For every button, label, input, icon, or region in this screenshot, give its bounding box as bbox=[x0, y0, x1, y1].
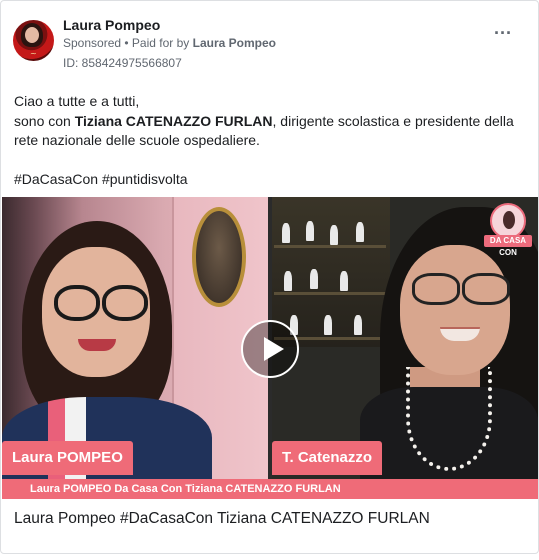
paid-for-prefix: Paid for by bbox=[131, 36, 193, 50]
pearl-necklace bbox=[406, 367, 492, 471]
sponsored-label: Sponsored bbox=[63, 36, 122, 50]
paid-for-name: Laura Pompeo bbox=[192, 36, 276, 50]
author-avatar[interactable]: ~ bbox=[13, 20, 54, 61]
da-casa-con-badge: DA CASA CON bbox=[484, 203, 532, 257]
body-line-1: Ciao a tutte e a tutti, bbox=[14, 93, 140, 109]
body-line-2-suffix: , dirigente scolastica e presidente dell… bbox=[272, 112, 514, 129]
video-caption-bar: Laura POMPEO Da Casa Con Tiziana CATENAZ… bbox=[2, 479, 538, 499]
sponsored-post-card: ~ Laura Pompeo Sponsored • Paid for by L… bbox=[0, 0, 539, 554]
cabinet-decoration bbox=[270, 197, 390, 347]
body-line-2-prefix: sono con bbox=[14, 112, 75, 129]
guest-face bbox=[400, 245, 510, 375]
post-body: Ciao a tutte e a tutti, sono con Tiziana… bbox=[14, 92, 514, 151]
body-line-2: sono con Tiziana CATENAZZO FURLAN, dirig… bbox=[14, 112, 514, 132]
sponsored-line: Sponsored • Paid for by Laura Pompeo bbox=[63, 36, 276, 50]
badge-portrait-icon bbox=[490, 203, 526, 239]
post-header: ~ Laura Pompeo Sponsored • Paid for by L… bbox=[13, 15, 526, 71]
mirror-decoration bbox=[192, 207, 246, 307]
link-title[interactable]: Laura Pompeo #DaCasaCon Tiziana CATENAZZ… bbox=[14, 510, 430, 528]
author-name[interactable]: Laura Pompeo bbox=[63, 17, 160, 33]
video-player[interactable]: DA CASA CON Laura POMPEO T. Catenazzo La… bbox=[2, 197, 538, 499]
post-hashtags[interactable]: #DaCasaCon #puntidisvolta bbox=[14, 171, 188, 187]
left-name-tag: Laura POMPEO bbox=[2, 441, 133, 475]
play-icon[interactable] bbox=[241, 320, 299, 378]
separator: • bbox=[121, 36, 132, 50]
more-options-icon[interactable]: ··· bbox=[494, 24, 512, 42]
body-line-3: rete nazionale delle scuole ospedaliere. bbox=[14, 132, 260, 148]
ad-id: ID: 858424975566807 bbox=[63, 56, 182, 70]
guest-name: Tiziana CATENAZZO FURLAN bbox=[74, 112, 273, 129]
badge-label: DA CASA CON bbox=[484, 235, 532, 257]
right-name-tag: T. Catenazzo bbox=[272, 441, 383, 475]
